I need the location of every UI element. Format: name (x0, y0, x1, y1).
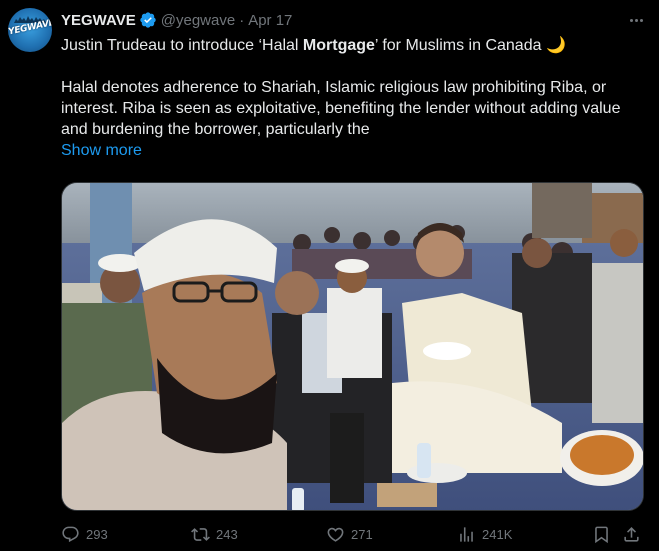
author-handle[interactable]: @yegwave (161, 12, 235, 29)
views-icon (460, 527, 473, 542)
bookmark-icon (595, 526, 608, 544)
crescent-moon-emoji: 🌙 (545, 37, 566, 54)
reply-button[interactable]: 293 (61, 525, 108, 544)
views-count: 241K (482, 527, 513, 542)
verified-badge-icon (140, 12, 156, 28)
more-options-icon[interactable] (625, 9, 647, 31)
repost-count: 243 (216, 527, 238, 542)
author-avatar[interactable]: YEGWAVE (8, 8, 52, 52)
reply-icon (62, 526, 79, 543)
tweet-actions-bar: 293 243 271 241K (61, 522, 644, 550)
headline-text-end: ’ for Muslims in Canada (374, 37, 546, 54)
share-icon (624, 527, 639, 542)
like-icon (327, 527, 344, 542)
repost-icon (191, 528, 210, 541)
tweet-date[interactable]: Apr 17 (248, 12, 292, 29)
headline-bold-text: Mortgage (302, 37, 375, 54)
bookmark-button[interactable] (592, 525, 611, 544)
separator-dot: · (239, 11, 245, 29)
tweet-header: YEGWAVE @yegwave · Apr 17 (61, 9, 292, 31)
views-button[interactable]: 241K (457, 525, 512, 544)
show-more-link[interactable]: Show more (61, 140, 142, 161)
tweet-body: Halal denotes adherence to Shariah, Isla… (61, 79, 621, 138)
like-button[interactable]: 271 (326, 525, 373, 544)
share-button[interactable] (622, 525, 641, 544)
repost-button[interactable]: 243 (191, 525, 238, 544)
tweet-text: Justin Trudeau to introduce ‘Halal Mortg… (61, 35, 646, 161)
author-name[interactable]: YEGWAVE (61, 12, 136, 29)
tweet-photo[interactable] (61, 182, 644, 511)
headline-text-start: Justin Trudeau to introduce ‘Halal (61, 37, 303, 54)
reply-count: 293 (86, 527, 108, 542)
like-count: 271 (351, 527, 373, 542)
tweet-headline: Justin Trudeau to introduce ‘Halal Mortg… (61, 35, 646, 56)
photo-illustration (62, 183, 643, 510)
